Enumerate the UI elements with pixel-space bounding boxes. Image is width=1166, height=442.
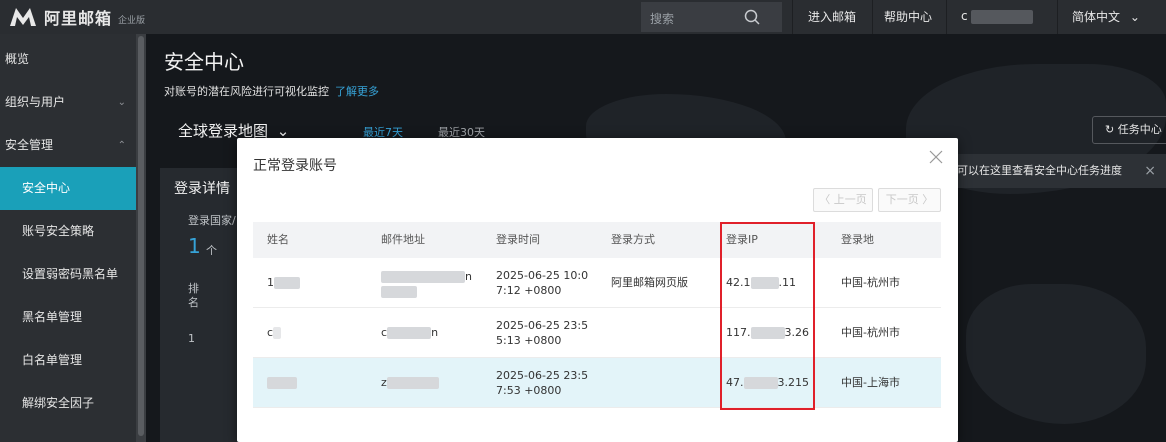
normal-login-modal: 正常登录账号 〈 上一页 下一页 〉 姓名 邮件地址 登录时间 登录方式 登录I… <box>237 138 958 442</box>
sidebar-item-label: 白名单管理 <box>22 353 83 367</box>
sidebar-item-label: 设置弱密码黑名单 <box>22 267 119 281</box>
sidebar: 概览 组织与用户 ⌄ 安全管理 ⌃ 安全中心 账号安全策略 设置弱密码黑名单 黑名单… <box>0 34 146 442</box>
task-center-label: 任务中心 <box>1117 123 1162 136</box>
top-bar: 阿里邮箱 企业版 搜索 进入邮箱 帮助中心 c 简体中文 ⌄ <box>0 0 1166 34</box>
task-notice: 可以在这里查看安全中心任务进度 × <box>949 154 1166 188</box>
redacted-text <box>274 277 300 289</box>
map-landmass <box>966 284 1146 424</box>
redacted-text <box>273 327 282 339</box>
cell-time: 2025-06-25 23:5 5:13 +0800 <box>496 319 589 347</box>
cell-email: n <box>381 269 472 299</box>
search-box[interactable]: 搜索 <box>641 2 782 32</box>
rank-header: 排名 <box>188 282 199 309</box>
sidebar-item-blacklist[interactable]: 黑名单管理 <box>0 296 136 339</box>
enter-mail-link[interactable]: 进入邮箱 <box>792 0 872 34</box>
column-header-email: 邮件地址 <box>381 233 425 246</box>
logo-icon <box>8 6 38 28</box>
chevron-down-icon: ⌄ <box>1129 10 1140 24</box>
close-icon[interactable]: × <box>1144 154 1156 188</box>
sidebar-item-unbind-factor[interactable]: 解绑安全因子 <box>0 382 136 425</box>
sidebar-item-security-mgmt[interactable]: 安全管理 ⌃ <box>0 124 136 167</box>
sidebar-item-label: 解绑安全因子 <box>22 396 95 410</box>
notice-text: 可以在这里查看安全中心任务进度 <box>957 164 1122 177</box>
cell-location: 中国-杭州市 <box>841 276 900 289</box>
cell-email: z <box>381 375 439 390</box>
sidebar-item-label: 黑名单管理 <box>22 310 83 324</box>
column-header-location: 登录地 <box>841 233 874 246</box>
sidebar-item-security-center[interactable]: 安全中心 <box>0 167 136 210</box>
sidebar-item-label: 安全中心 <box>22 181 71 195</box>
chevron-down-icon: ⌄ <box>117 97 126 108</box>
redacted-text <box>386 377 439 389</box>
panel-subtitle: 登录国家/ <box>188 214 236 227</box>
table-header: 姓名 邮件地址 登录时间 登录方式 登录IP 登录地 <box>253 222 941 258</box>
cell-method: 阿里邮箱网页版 <box>611 276 688 289</box>
panel-title: 登录详情 <box>174 181 230 197</box>
redacted-text <box>381 271 465 283</box>
logo-text: 阿里邮箱 <box>44 9 113 28</box>
redacted-text <box>387 327 432 339</box>
sidebar-item-label: 账号安全策略 <box>22 224 95 238</box>
help-center-link[interactable]: 帮助中心 <box>872 0 944 34</box>
redacted-text <box>267 377 297 389</box>
next-page-button[interactable]: 下一页 〉 <box>878 188 941 212</box>
nav-divider <box>1057 0 1058 34</box>
cell-name: 1 <box>267 275 300 290</box>
modal-title: 正常登录账号 <box>253 158 337 174</box>
redacted-text <box>381 286 417 298</box>
prev-page-button[interactable]: 〈 上一页 <box>813 188 873 212</box>
ip-column-annotation-box <box>720 222 815 410</box>
user-name-redacted <box>971 10 1033 24</box>
sidebar-item-account-policy[interactable]: 账号安全策略 <box>0 210 136 253</box>
cell-time: 2025-06-25 23:5 7:53 +0800 <box>496 369 589 397</box>
table-row[interactable]: c cn 2025-06-25 23:5 5:13 +0800 117. 3.26 … <box>253 308 941 358</box>
sidebar-scrollbar-thumb[interactable] <box>138 36 144 436</box>
sidebar-item-overview[interactable]: 概览 <box>0 38 136 81</box>
column-header-method: 登录方式 <box>611 233 655 246</box>
sidebar-item-weak-password[interactable]: 设置弱密码黑名单 <box>0 253 136 296</box>
cell-name <box>267 375 297 390</box>
country-unit: 个 <box>206 244 217 257</box>
refresh-icon: ↻ <box>1105 123 1115 136</box>
page-description: 对账号的潜在风险进行可视化监控 了解更多 <box>164 83 379 99</box>
rank-value: 1 <box>188 332 195 345</box>
page-title: 安全中心 <box>164 50 244 74</box>
column-header-name: 姓名 <box>267 233 289 246</box>
sidebar-item-label: 组织与用户 <box>5 95 66 109</box>
close-icon[interactable] <box>927 148 945 166</box>
user-initial: c <box>961 9 968 23</box>
logo[interactable]: 阿里邮箱 企业版 <box>8 5 145 29</box>
sidebar-item-whitelist[interactable]: 白名单管理 <box>0 339 136 382</box>
nav-divider <box>946 0 947 34</box>
cell-time: 2025-06-25 10:0 7:12 +0800 <box>496 269 589 297</box>
chevron-up-icon: ⌃ <box>117 140 126 151</box>
table-row[interactable]: z 2025-06-25 23:5 7:53 +0800 47. 3.215 中国-… <box>253 358 941 408</box>
country-count: 1 <box>188 234 201 258</box>
search-input[interactable]: 搜索 <box>650 10 674 27</box>
table-row[interactable]: 1 n 2025-06-25 10:0 7:12 +0800 阿里邮箱网页版 42… <box>253 258 941 308</box>
sidebar-item-label: 安全管理 <box>5 138 54 152</box>
cell-email: cn <box>381 326 439 339</box>
description-text: 对账号的潜在风险进行可视化监控 <box>164 85 329 98</box>
cell-location: 中国-杭州市 <box>841 326 900 339</box>
search-icon[interactable] <box>743 8 761 26</box>
learn-more-link[interactable]: 了解更多 <box>335 85 379 98</box>
user-account[interactable]: c <box>961 9 1041 25</box>
logo-edition: 企业版 <box>118 15 146 26</box>
task-center-button[interactable]: ↻ 任务中心 <box>1092 116 1166 144</box>
language-label: 简体中文 <box>1072 10 1121 24</box>
sidebar-item-label: 概览 <box>5 52 30 66</box>
cell-name: c <box>267 325 282 340</box>
language-selector[interactable]: 简体中文 ⌄ <box>1072 0 1140 34</box>
sidebar-item-org-users[interactable]: 组织与用户 ⌄ <box>0 81 136 124</box>
cell-location: 中国-上海市 <box>841 376 900 389</box>
column-header-time: 登录时间 <box>496 233 540 246</box>
